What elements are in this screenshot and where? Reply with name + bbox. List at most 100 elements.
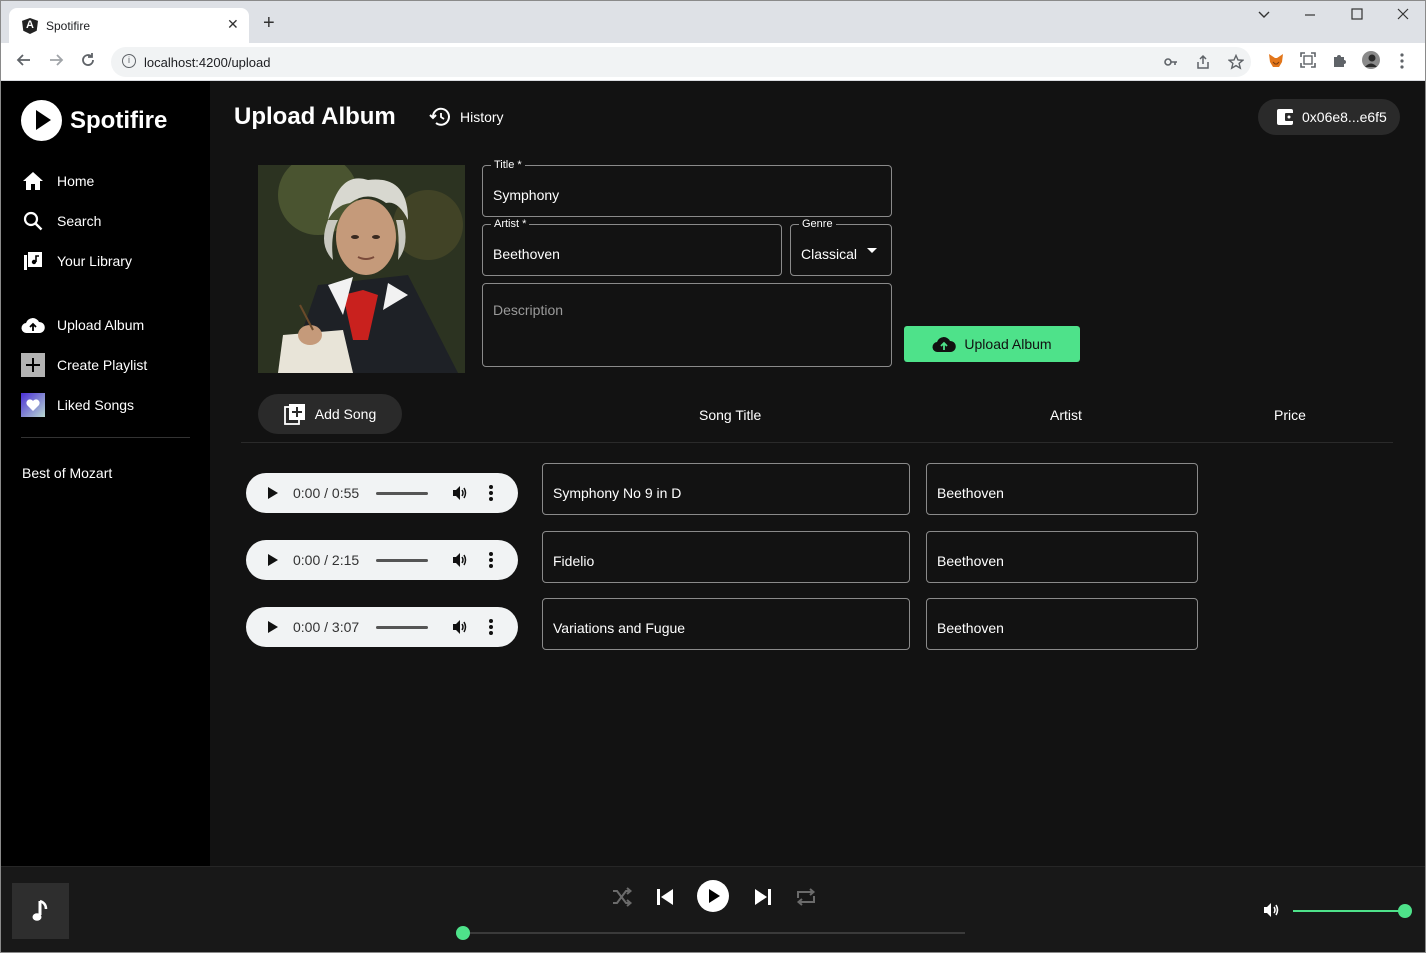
play-icon[interactable]	[268, 487, 278, 499]
key-icon[interactable]	[1163, 54, 1179, 73]
sidebar-item-liked-songs[interactable]: Liked Songs	[21, 393, 134, 417]
song-artist-field[interactable]: Beethoven	[926, 463, 1198, 515]
previous-track-icon[interactable]	[655, 887, 675, 907]
sidebar-item-label: Your Library	[57, 253, 132, 269]
audio-player[interactable]: 0:00 / 3:07	[246, 607, 518, 647]
add-song-icon	[283, 404, 305, 425]
sidebar-item-home[interactable]: Home	[21, 169, 94, 193]
description-input[interactable]: Description	[493, 302, 563, 318]
browser-toolbar: i localhost:4200/upload	[1, 43, 1425, 81]
song-title-value[interactable]: Variations and Fugue	[553, 620, 685, 636]
audio-player[interactable]: 0:00 / 0:55	[246, 473, 518, 513]
audio-player[interactable]: 0:00 / 2:15	[246, 540, 518, 580]
volume-icon[interactable]	[1262, 901, 1282, 919]
column-header-song-title: Song Title	[699, 407, 762, 423]
artist-field-label: Artist *	[491, 218, 530, 230]
tab-close-icon[interactable]: ✕	[227, 16, 239, 33]
song-title-value[interactable]: Symphony No 9 in D	[553, 485, 681, 501]
maximize-icon[interactable]	[1350, 7, 1364, 24]
heart-icon	[21, 393, 45, 417]
wallet-button[interactable]: 0x06e8...e6f5	[1258, 99, 1400, 135]
site-info-icon[interactable]: i	[122, 54, 136, 68]
share-icon[interactable]	[1195, 54, 1211, 73]
audio-time: 0:00 / 3:07	[293, 619, 360, 635]
add-song-button[interactable]: Add Song	[258, 394, 402, 434]
song-title-field[interactable]: Fidelio	[542, 531, 910, 583]
home-icon	[21, 169, 45, 193]
brand-name: Spotifire	[70, 106, 168, 134]
close-window-icon[interactable]	[1396, 7, 1410, 24]
history-icon	[429, 107, 450, 126]
artist-field[interactable]: Artist * Beethoven	[482, 218, 782, 276]
brand-logo[interactable]: Spotifire	[21, 100, 167, 141]
browser-tab[interactable]: Spotifire ✕	[9, 8, 249, 43]
now-playing-art	[12, 883, 69, 939]
more-options-icon[interactable]	[489, 552, 493, 568]
sidebar-item-search[interactable]: Search	[21, 209, 101, 233]
browser-menu-icon[interactable]	[1399, 53, 1405, 73]
sidebar-item-label: Create Playlist	[57, 357, 148, 373]
artist-input[interactable]: Beethoven	[493, 246, 560, 262]
sidebar-playlist-item[interactable]: Best of Mozart	[22, 465, 112, 481]
profile-avatar-icon[interactable]	[1361, 50, 1381, 74]
title-input[interactable]: Symphony	[493, 187, 559, 203]
minimize-icon[interactable]	[1303, 7, 1317, 24]
sidebar-item-create-playlist[interactable]: Create Playlist	[21, 353, 147, 377]
song-artist-value[interactable]: Beethoven	[937, 553, 1004, 569]
tab-search-chevron-icon[interactable]	[1257, 7, 1271, 24]
upload-album-button[interactable]: Upload Album	[904, 326, 1080, 362]
genre-selected-value: Classical	[801, 246, 858, 262]
audio-seek-bar[interactable]	[376, 492, 428, 495]
sidebar-item-label: Home	[57, 173, 95, 189]
back-icon[interactable]	[15, 51, 33, 74]
screen-capture-icon[interactable]	[1299, 51, 1317, 73]
metamask-icon[interactable]	[1267, 51, 1285, 73]
song-artist-value[interactable]: Beethoven	[937, 620, 1004, 636]
song-title-value[interactable]: Fidelio	[553, 553, 594, 569]
url-text[interactable]: localhost:4200/upload	[144, 55, 271, 70]
play-icon[interactable]	[268, 621, 278, 633]
play-pause-button[interactable]	[697, 880, 729, 912]
plus-box-icon	[21, 353, 45, 377]
reload-icon[interactable]	[79, 51, 97, 74]
sidebar-item-label: Search	[57, 213, 102, 229]
sidebar-item-upload-album[interactable]: Upload Album	[21, 313, 144, 337]
bookmark-star-icon[interactable]	[1227, 53, 1245, 73]
more-options-icon[interactable]	[489, 485, 493, 501]
repeat-icon[interactable]	[795, 887, 817, 907]
main-content: Upload Album History 0x06e8...e6f5 Title…	[210, 81, 1425, 866]
song-title-field[interactable]: Symphony No 9 in D	[542, 463, 910, 515]
playback-progress-bar[interactable]	[463, 932, 965, 934]
dropdown-caret-icon	[867, 248, 877, 253]
volume-icon[interactable]	[451, 618, 469, 636]
description-field[interactable]: Description	[482, 283, 892, 367]
audio-seek-bar[interactable]	[376, 626, 428, 629]
genre-field-label: Genre	[799, 218, 836, 230]
page-title: Upload Album	[234, 103, 396, 130]
genre-select[interactable]: Genre Classical	[790, 218, 892, 276]
song-artist-field[interactable]: Beethoven	[926, 531, 1198, 583]
volume-slider-thumb[interactable]	[1398, 904, 1412, 918]
song-artist-value[interactable]: Beethoven	[937, 485, 1004, 501]
address-bar[interactable]: i localhost:4200/upload	[111, 47, 1251, 77]
forward-icon[interactable]	[47, 51, 65, 74]
playback-progress-thumb[interactable]	[456, 926, 470, 940]
history-button[interactable]: History	[429, 107, 504, 127]
shuffle-icon[interactable]	[611, 887, 633, 907]
title-field[interactable]: Title * Symphony	[482, 159, 892, 217]
new-tab-icon[interactable]: +	[263, 13, 275, 33]
audio-seek-bar[interactable]	[376, 559, 428, 562]
volume-icon[interactable]	[451, 484, 469, 502]
sidebar-item-your-library[interactable]: Your Library	[21, 249, 132, 273]
more-options-icon[interactable]	[489, 619, 493, 635]
volume-slider[interactable]	[1293, 910, 1405, 912]
song-title-field[interactable]: Variations and Fugue	[542, 598, 910, 650]
volume-icon[interactable]	[451, 551, 469, 569]
song-artist-field[interactable]: Beethoven	[926, 598, 1198, 650]
cloud-upload-icon	[932, 337, 957, 353]
album-cover-image[interactable]	[258, 165, 465, 373]
extensions-puzzle-icon[interactable]	[1331, 51, 1349, 73]
wallet-address: 0x06e8...e6f5	[1302, 109, 1387, 125]
play-icon[interactable]	[268, 554, 278, 566]
next-track-icon[interactable]	[753, 887, 773, 907]
